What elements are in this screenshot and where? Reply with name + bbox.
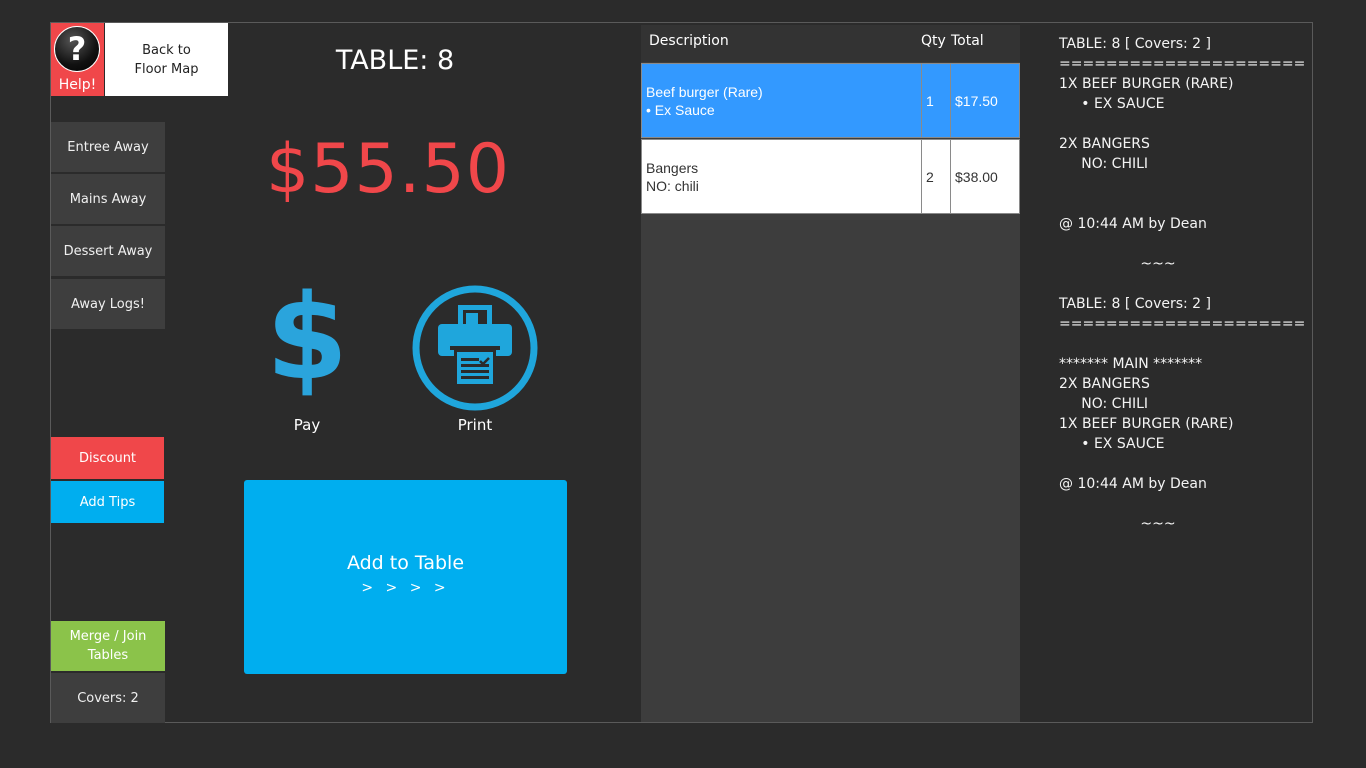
ticket-line: ******* MAIN ******* xyxy=(1059,356,1203,372)
order-row-2[interactable]: Bangers NO: chili 2 $38.00 xyxy=(641,139,1020,214)
ticket-line xyxy=(1059,454,1299,474)
ticket-line xyxy=(1059,114,1299,134)
merge-join-tables-button[interactable]: Merge / Join Tables xyxy=(51,621,165,671)
item-total: $17.50 xyxy=(950,64,1021,137)
order-row-1[interactable]: Beef burger (Rare) • Ex Sauce 1 $17.50 xyxy=(641,63,1020,138)
item-modifier: • Ex Sauce xyxy=(646,101,715,118)
help-icon: ? xyxy=(54,26,100,72)
pay-button[interactable]: $ Pay xyxy=(262,272,352,440)
ticket-line: ~~~ xyxy=(1140,256,1176,272)
item-qty: 1 xyxy=(921,64,950,137)
ticket-line xyxy=(1059,274,1299,294)
item-modifier: NO: chili xyxy=(646,177,699,194)
ticket-line: • EX SAUCE xyxy=(1059,96,1165,112)
table-title: TABLE: 8 xyxy=(335,45,455,76)
item-qty: 2 xyxy=(921,140,950,213)
ticket-line: ~~~ xyxy=(1140,516,1176,532)
print-button[interactable]: Print xyxy=(410,284,540,444)
col-description: Description xyxy=(649,33,729,49)
add-to-table-label: Add to Table xyxy=(346,552,465,574)
mains-away-button[interactable]: Mains Away xyxy=(51,174,165,224)
pay-label: Pay xyxy=(293,416,321,434)
row-description: Beef burger (Rare) • Ex Sauce xyxy=(642,64,921,137)
merge-line-1: Merge / Join xyxy=(69,629,147,644)
ticket-line: • EX SAUCE xyxy=(1059,436,1165,452)
help-label: Help! xyxy=(58,77,97,93)
ticket-line xyxy=(1059,174,1299,194)
col-total: Total xyxy=(951,33,984,49)
add-tips-button[interactable]: Add Tips xyxy=(51,481,164,523)
merge-line-2: Tables xyxy=(87,648,129,663)
item-name: Bangers xyxy=(646,159,699,176)
ticket-line xyxy=(1059,194,1299,214)
help-button[interactable]: ? Help! xyxy=(51,23,104,96)
ticket-line xyxy=(1059,234,1299,254)
discount-button[interactable]: Discount xyxy=(51,437,164,479)
dollar-icon: $ xyxy=(265,268,349,406)
back-line-1: Back to xyxy=(142,42,191,58)
item-name: Beef burger (Rare) xyxy=(646,83,763,100)
ticket-line: @ 10:44 AM by Dean xyxy=(1059,476,1207,492)
ticket-line: ===================== xyxy=(1059,316,1306,332)
back-line-2: Floor Map xyxy=(134,61,199,77)
entree-away-button[interactable]: Entree Away xyxy=(51,122,165,172)
ticket-line: 2X BANGERS xyxy=(1059,136,1150,152)
ticket-line xyxy=(1059,494,1299,514)
away-logs-button[interactable]: Away Logs! xyxy=(51,279,165,329)
ticket-line: 1X BEEF BURGER (RARE) xyxy=(1059,416,1234,432)
ticket-line: 1X BEEF BURGER (RARE) xyxy=(1059,76,1234,92)
ticket-line: NO: CHILI xyxy=(1059,396,1149,412)
add-to-table-arrows: > > > > xyxy=(361,580,450,596)
ticket-line xyxy=(1059,334,1299,354)
kitchen-ticket-log: TABLE: 8 [ Covers: 2 ] =================… xyxy=(1059,34,1306,534)
ticket-line: TABLE: 8 [ Covers: 2 ] xyxy=(1059,296,1212,312)
print-label: Print xyxy=(457,416,493,434)
ticket-line: @ 10:44 AM by Dean xyxy=(1059,216,1207,232)
total-amount: $55.50 xyxy=(266,130,510,209)
ticket-line: NO: CHILI xyxy=(1059,156,1149,172)
dessert-away-button[interactable]: Dessert Away xyxy=(51,226,165,276)
col-qty: Qty xyxy=(921,33,946,49)
item-total: $38.00 xyxy=(950,140,1021,213)
order-list-header: Description Qty Total xyxy=(641,25,1020,62)
ticket-line: ===================== xyxy=(1059,56,1306,72)
ticket-line: TABLE: 8 [ Covers: 2 ] xyxy=(1059,36,1212,52)
order-list: Description Qty Total Beef burger (Rare)… xyxy=(641,25,1020,722)
back-to-floor-map-button[interactable]: Back to Floor Map xyxy=(105,23,228,96)
row-description: Bangers NO: chili xyxy=(642,140,921,213)
ticket-line: 2X BANGERS xyxy=(1059,376,1150,392)
add-to-table-button[interactable]: Add to Table > > > > xyxy=(244,480,567,674)
printer-icon xyxy=(412,285,538,411)
covers-button[interactable]: Covers: 2 xyxy=(51,673,165,723)
